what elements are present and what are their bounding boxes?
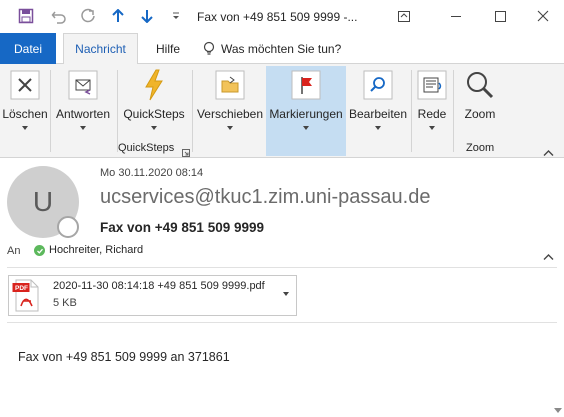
check-circle-icon — [34, 245, 45, 256]
window-title: Fax von +49 851 509 9999 -... — [197, 10, 358, 24]
magnifier-icon — [464, 69, 496, 101]
recipient-name[interactable]: Hochreiter, Richard — [49, 244, 143, 256]
sent-date: Mo 30.11.2020 08:14 — [100, 167, 204, 179]
attachment-dropdown-icon[interactable] — [283, 292, 289, 296]
move-label: Verschieben — [196, 107, 264, 121]
edit-label: Bearbeiten — [348, 107, 408, 121]
save-icon[interactable] — [16, 6, 36, 26]
reply-label: Antworten — [55, 107, 111, 121]
chevron-down-icon — [151, 126, 157, 130]
chevron-down-icon — [22, 126, 28, 130]
sender-address[interactable]: ucservices@tkuc1.zim.uni-passau.de — [100, 186, 430, 209]
zoom-label: Zoom — [464, 107, 496, 121]
to-label: An — [7, 245, 21, 257]
chevron-down-icon — [227, 126, 233, 130]
lightbulb-icon — [203, 41, 215, 55]
speech-button[interactable]: Rede — [414, 66, 450, 156]
read-aloud-icon — [416, 69, 448, 101]
delete-icon — [9, 69, 41, 101]
ribbon: Löschen Antworten QuickSteps QuickSteps — [0, 64, 564, 158]
attachment-filename: 2020-11-30 08:14:18 +49 851 509 9999.pdf — [53, 280, 265, 292]
scroll-down-icon[interactable] — [554, 408, 562, 413]
ribbon-separator — [50, 70, 51, 152]
customize-qat-icon[interactable] — [166, 6, 186, 26]
delete-label: Löschen — [2, 107, 48, 121]
ribbon-separator — [453, 70, 454, 152]
speech-label: Rede — [417, 107, 447, 121]
zoom-group-label: Zoom — [466, 142, 495, 154]
avatar-initial: U — [32, 186, 54, 217]
undo-icon[interactable] — [49, 6, 69, 26]
folder-move-icon — [214, 69, 246, 101]
tab-file[interactable]: Datei — [0, 33, 56, 64]
message-subject: Fax von +49 851 509 9999 — [100, 220, 264, 235]
ribbon-tabs: Datei Nachricht Hilfe Was möchten Sie tu… — [0, 33, 564, 65]
previous-item-icon[interactable] — [108, 6, 128, 26]
outlook-message-window: Fax von +49 851 509 9999 -... Datei Nach… — [0, 0, 564, 417]
delete-button[interactable]: Löschen — [2, 66, 48, 156]
lightning-icon — [138, 69, 170, 101]
chevron-down-icon — [303, 126, 309, 130]
quicksteps-group-label: QuickSteps — [118, 142, 175, 154]
header-divider — [7, 267, 557, 268]
flag-icon — [290, 69, 322, 101]
reply-icon — [67, 69, 99, 101]
quicksteps-label: QuickSteps — [123, 107, 185, 121]
tags-button[interactable]: Markierungen — [266, 66, 346, 156]
chevron-down-icon — [80, 126, 86, 130]
search-icon — [362, 69, 394, 101]
chevron-down-icon — [375, 126, 381, 130]
edit-button[interactable]: Bearbeiten — [348, 66, 408, 156]
title-bar: Fax von +49 851 509 9999 -... — [0, 0, 564, 33]
presence-status-icon — [57, 216, 79, 238]
collapse-ribbon-icon[interactable] — [543, 144, 554, 162]
tab-help[interactable]: Hilfe — [144, 33, 192, 64]
close-icon[interactable] — [531, 4, 555, 28]
message-body: Fax von +49 851 509 9999 an 371861 — [18, 350, 230, 364]
collapse-header-icon[interactable] — [543, 248, 554, 266]
tab-message[interactable]: Nachricht — [63, 33, 138, 65]
attachment-size: 5 KB — [53, 297, 77, 309]
ribbon-display-options-icon[interactable] — [392, 4, 416, 28]
pdf-badge-text: PDF — [15, 285, 28, 292]
ribbon-separator — [411, 70, 412, 152]
redo-icon[interactable] — [78, 6, 98, 26]
maximize-icon[interactable] — [488, 4, 512, 28]
tell-me-search[interactable]: Was möchten Sie tun? — [203, 33, 341, 64]
attachment-divider — [7, 322, 557, 323]
chevron-down-icon — [429, 126, 435, 130]
tell-me-label: Was möchten Sie tun? — [221, 41, 342, 56]
ribbon-separator — [117, 70, 118, 152]
attachment-card[interactable]: PDF 2020-11-30 08:14:18 +49 851 509 9999… — [8, 275, 297, 316]
minimize-icon[interactable] — [444, 4, 468, 28]
next-item-icon[interactable] — [137, 6, 157, 26]
ribbon-separator — [192, 70, 193, 152]
pdf-file-icon: PDF — [12, 279, 40, 317]
move-button[interactable]: Verschieben — [196, 66, 264, 156]
reply-button[interactable]: Antworten — [53, 66, 113, 156]
dialog-launcher-icon[interactable] — [182, 144, 190, 162]
tags-label: Markierungen — [269, 107, 343, 121]
